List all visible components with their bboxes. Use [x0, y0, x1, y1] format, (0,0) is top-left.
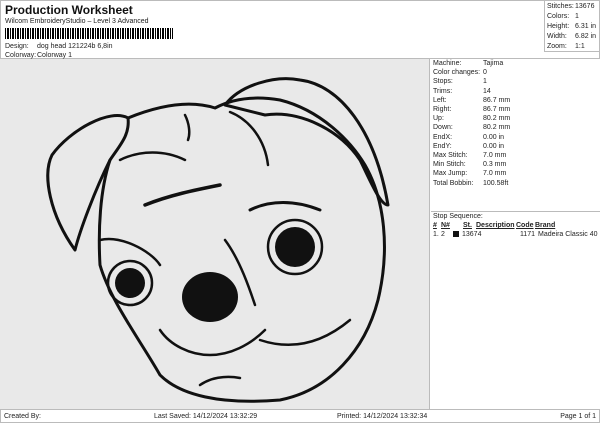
stat-label: Colors: [547, 13, 570, 20]
page-number: Page 1 of 1 [560, 412, 596, 420]
info-label: EndX: [433, 133, 453, 141]
info-value: 14 [483, 87, 491, 95]
page-title: Production Worksheet [5, 3, 133, 17]
info-value: 0.3 mm [483, 161, 507, 169]
info-row: EndX: 0.00 in [433, 133, 600, 142]
needle-number: 2 [441, 231, 445, 238]
sequence-header: # N# St. Description Code Brand [431, 221, 600, 230]
stat-label: Height: [547, 23, 570, 30]
footer: Created By: Last Saved: 14/12/2024 13:32… [0, 409, 600, 423]
jowl [158, 328, 267, 357]
thread-brand: Madeira Classic 40 [538, 231, 598, 238]
stat-value: 1:1 [575, 43, 585, 50]
info-row: Max Stitch: 7.0 mm [433, 151, 600, 160]
col-header: Brand [535, 222, 556, 229]
info-label: Machine: [433, 60, 462, 67]
stitch-count: 13674 [462, 231, 482, 238]
last-saved: Last Saved: 14/12/2024 13:32:29 [154, 412, 258, 420]
info-row: EndY: 0.00 in [433, 142, 600, 151]
col-header: N# [441, 222, 450, 229]
row-number: 1. [433, 231, 439, 238]
info-row: Total Bobbin: 100.58ft [433, 179, 600, 188]
info-label: Right: [433, 106, 452, 114]
info-value: 80.2 mm [483, 124, 511, 132]
stat-row: Colors: 1 [547, 12, 598, 22]
info-label: Stops: [433, 78, 453, 86]
stat-value: 13676 [575, 3, 595, 10]
color-swatch [453, 231, 459, 237]
stat-row: Width: 6.82 in [547, 32, 598, 42]
stat-row: Height: 6.31 in [547, 22, 598, 32]
info-value: 86.7 mm [483, 106, 511, 114]
info-value: 86.7 mm [483, 96, 511, 104]
forehead-wrinkle [118, 151, 187, 162]
stat-value: 6.82 in [575, 33, 597, 40]
description [482, 230, 516, 239]
col-header: St. [463, 222, 472, 229]
col-header: # [433, 222, 437, 229]
info-row: Trims: 14 [433, 87, 600, 96]
info-row: Up: 80.2 mm [433, 114, 600, 123]
stat-value: 1 [575, 13, 579, 20]
left-ear [46, 114, 130, 252]
left-pupil [115, 268, 145, 298]
info-label: EndY: [433, 142, 452, 150]
info-value: 7.0 mm [483, 152, 507, 160]
info-row: Color changes: 0 [433, 68, 600, 77]
info-value: 0.00 in [483, 133, 505, 141]
info-row: Down: 80.2 mm [433, 123, 600, 132]
dog-head-embroidery [46, 77, 390, 403]
stop-sequence: Stop Sequence: # N# St. Description Code… [431, 211, 600, 239]
sequence-row: 1. 2 13674 1171 Madeira Classic 40 [431, 230, 600, 239]
col-header: Code [516, 222, 534, 229]
info-label: Down: [433, 124, 453, 132]
info-value: 0 [483, 69, 487, 77]
stats-box: Stitches: 13676 Colors: 1 Height: 6.31 in W… [544, 0, 600, 52]
info-row: Machine: Tajima [433, 59, 600, 68]
info-value: Tajima [483, 60, 504, 67]
info-row: Min Stitch: 0.3 mm [433, 160, 600, 169]
brow-left [143, 183, 222, 207]
info-label: Color changes: [433, 69, 481, 77]
info-value: 100.58ft [483, 179, 509, 187]
stat-label: Zoom: [547, 43, 567, 50]
info-row: Right: 86.7 mm [433, 105, 600, 114]
stat-value: 6.31 in [575, 23, 597, 30]
info-label: Up: [433, 115, 444, 123]
stat-label: Width: [547, 33, 567, 40]
cheek [258, 318, 352, 346]
software-name: Wilcom EmbroideryStudio – Level 3 Advanc… [5, 18, 149, 25]
created-by: Created By: [4, 412, 41, 420]
info-row: Stops: 1 [433, 77, 600, 86]
info-label: Trims: [433, 87, 453, 95]
printed-date: Printed: 14/12/2024 13:32:34 [337, 412, 428, 420]
forehead-wrinkle [183, 113, 191, 142]
machine-info: Machine: Tajima Color changes: 0 Stops: 1 Trim… [431, 59, 600, 188]
worksheet-header: Production Worksheet Wilcom EmbroiderySt… [0, 0, 600, 59]
barcode [5, 28, 173, 39]
info-row: Left: 86.7 mm [433, 96, 600, 105]
info-value: 7.0 mm [483, 170, 507, 178]
info-value: 1 [483, 78, 487, 86]
info-label: Max Stitch: [433, 152, 468, 160]
info-label: Left: [433, 96, 447, 104]
stop-sequence-title: Stop Sequence: [433, 213, 483, 220]
info-value: 0.00 in [483, 142, 505, 150]
info-label: Max Jump: [433, 170, 468, 178]
design-preview [0, 59, 430, 409]
brow-right [248, 201, 322, 212]
col-header: Description [476, 222, 515, 229]
mouth [198, 375, 242, 387]
info-label: Total Bobbin: [433, 179, 474, 187]
nose [182, 272, 238, 322]
info-label: Min Stitch: [433, 161, 466, 169]
info-row: Max Jump: 7.0 mm [433, 169, 600, 178]
stat-label: Stitches: [547, 3, 574, 10]
thread-code: 1171 [519, 231, 535, 238]
stat-row: Stitches: 13676 [547, 2, 598, 12]
forehead-wrinkle [228, 110, 270, 167]
stat-row: Zoom: 1:1 [547, 42, 598, 52]
info-value: 80.2 mm [483, 115, 511, 123]
right-pupil [275, 227, 315, 267]
